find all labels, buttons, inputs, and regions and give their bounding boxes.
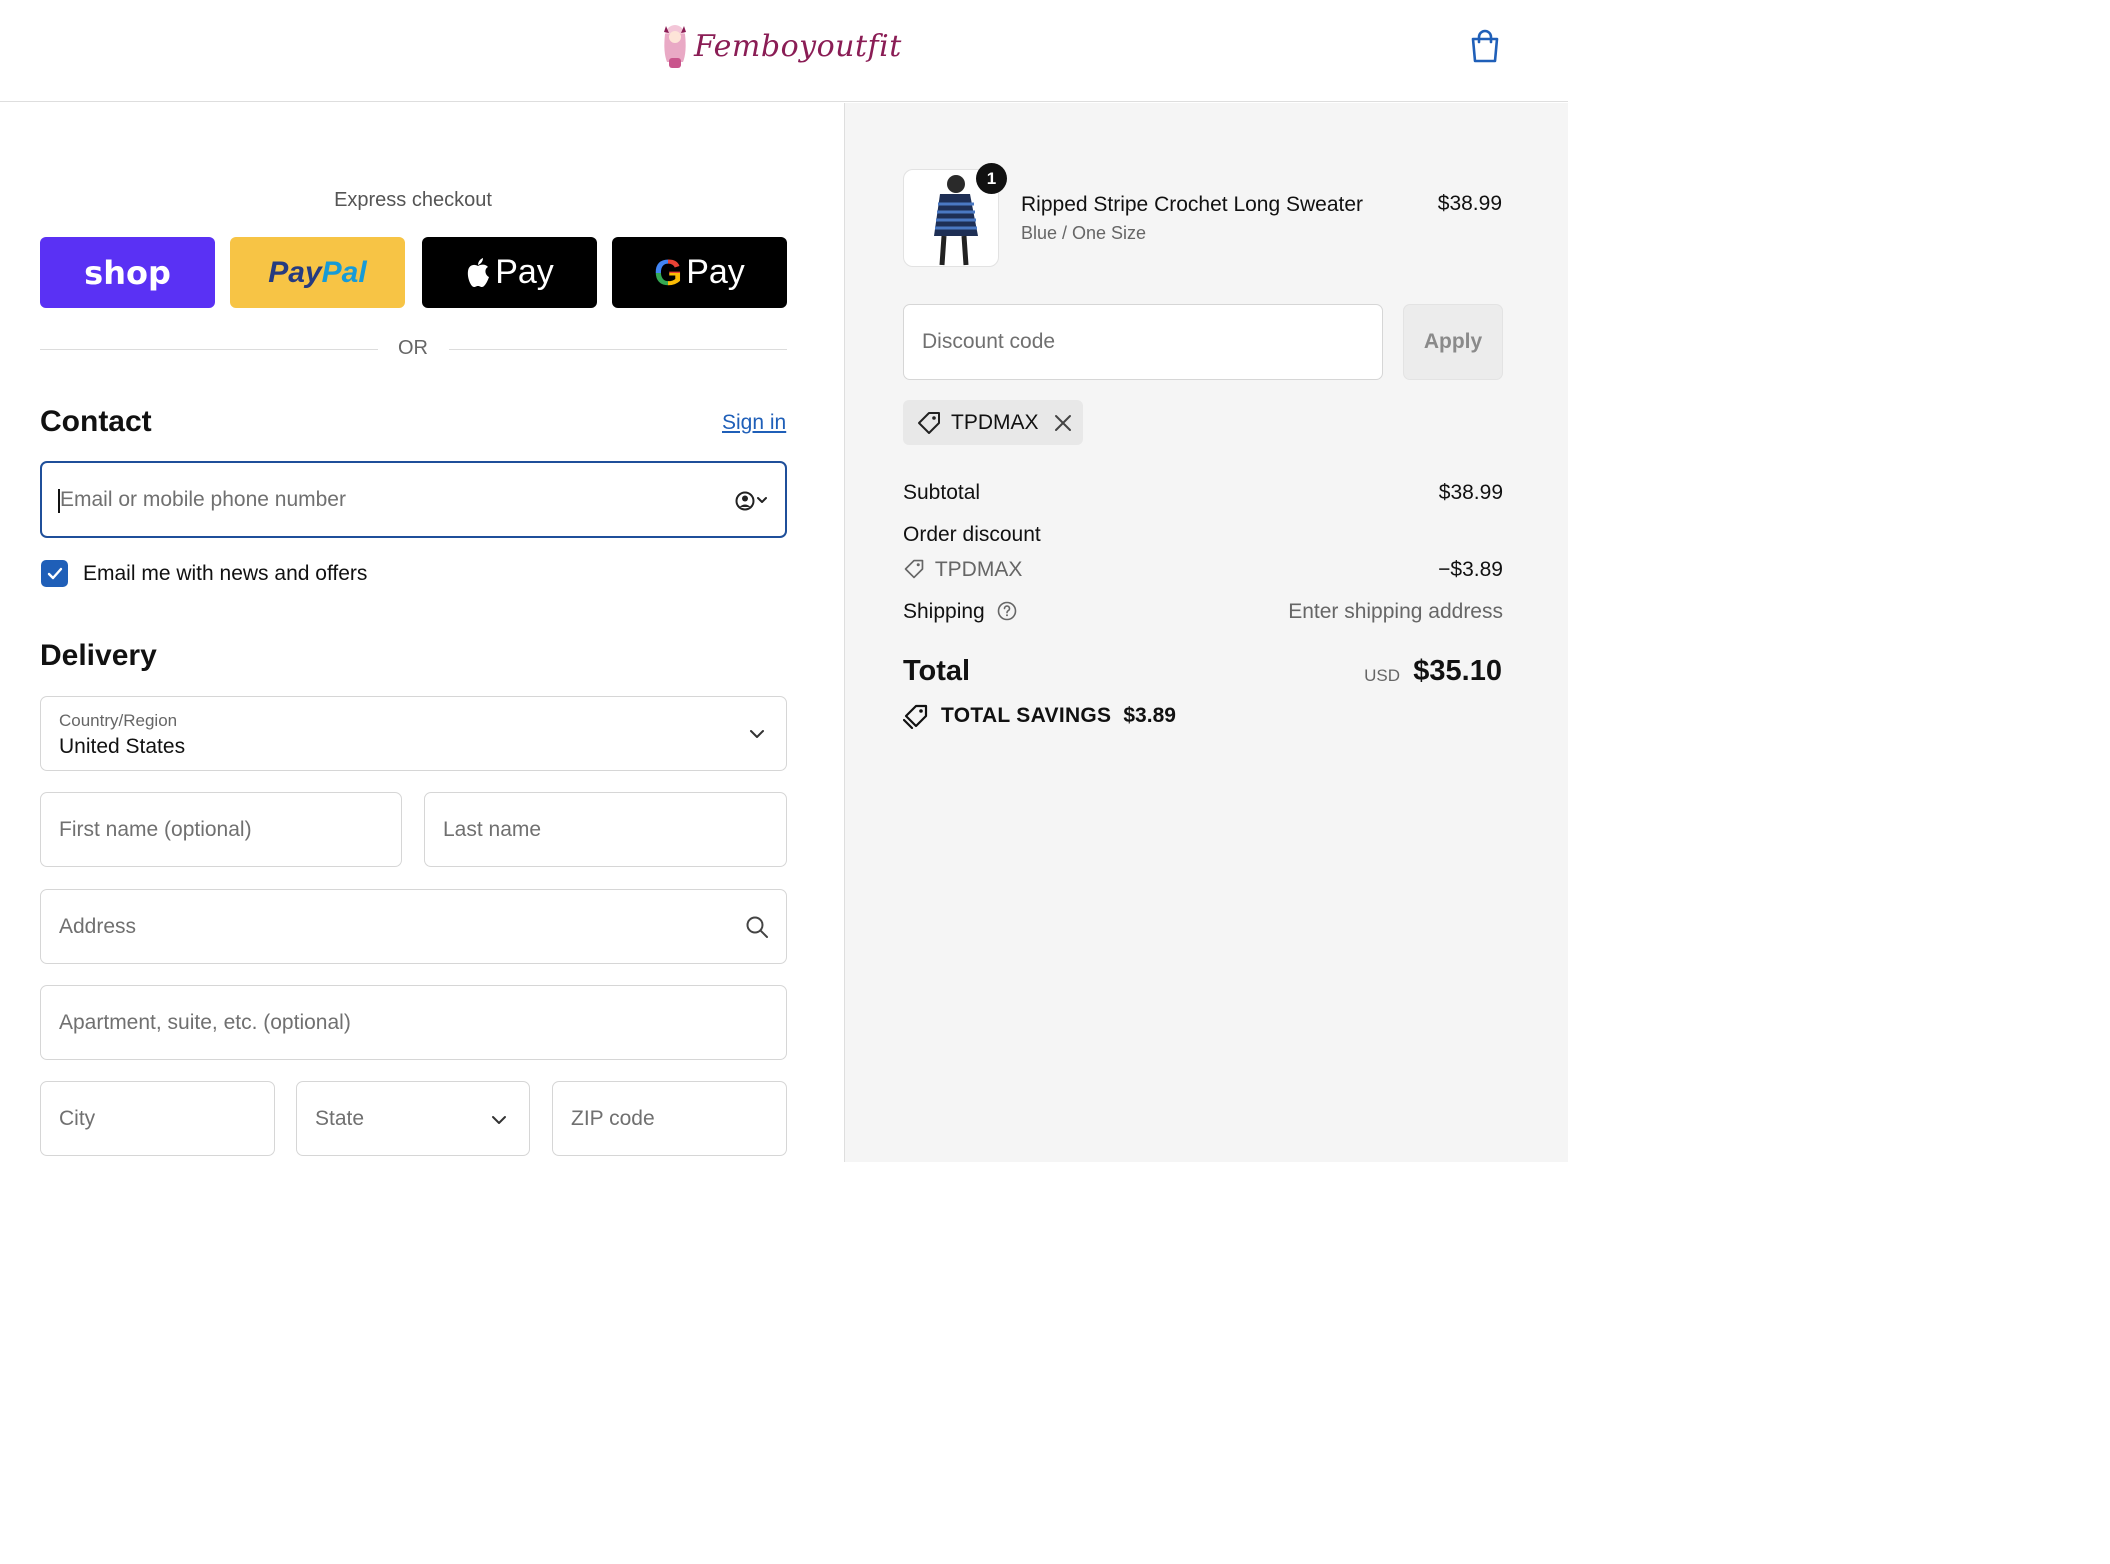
checkout-form: Express checkout shop Pay Pal Pay G Pay O… xyxy=(0,103,844,1162)
apartment-placeholder: Apartment, suite, etc. (optional) xyxy=(59,1010,351,1034)
paypal-button[interactable]: Pay Pal xyxy=(230,237,405,308)
state-select[interactable]: State xyxy=(296,1081,530,1156)
applied-discount-code: TPDMAX xyxy=(951,410,1039,434)
contact-heading: Contact xyxy=(40,405,152,438)
search-icon xyxy=(746,916,768,938)
city-input[interactable]: City xyxy=(40,1081,275,1156)
discount-code-row: TPDMAX −$3.89 xyxy=(903,558,1503,582)
discount-placeholder: Discount code xyxy=(922,330,1056,353)
country-value: United States xyxy=(59,735,186,758)
country-select[interactable]: Country/Region United States xyxy=(40,696,787,771)
mascot-logo-icon xyxy=(664,25,686,68)
discount-code-input[interactable]: Discount code xyxy=(903,304,1383,380)
or-text: OR xyxy=(398,337,428,359)
zip-placeholder: ZIP code xyxy=(571,1106,655,1130)
apple-pay-button[interactable]: Pay xyxy=(422,237,597,308)
apple-pay-label: Pay xyxy=(495,253,554,291)
product-name: Ripped Stripe Crochet Long Sweater xyxy=(1021,193,1364,216)
total-label: Total xyxy=(903,655,971,687)
brand-logo[interactable]: Femboyoutfit xyxy=(660,20,902,72)
zip-input[interactable]: ZIP code xyxy=(552,1081,787,1156)
paypal-label-pal: Pal xyxy=(321,255,367,289)
state-placeholder: State xyxy=(315,1106,365,1130)
site-header: Femboyoutfit xyxy=(0,0,1568,102)
savings-tag-icon xyxy=(903,704,928,729)
paypal-label-pay: Pay xyxy=(268,255,322,289)
last-name-input[interactable]: Last name xyxy=(424,792,787,867)
shipping-value: Enter shipping address xyxy=(1288,600,1503,623)
subtotal-row: Subtotal $38.99 xyxy=(903,481,1503,505)
or-divider-left xyxy=(40,349,378,350)
email-input[interactable]: Email or mobile phone number xyxy=(40,461,787,538)
discount-code-label: TPDMAX xyxy=(934,558,1023,581)
address-input[interactable]: Address xyxy=(40,889,787,964)
product-variant: Blue / One Size xyxy=(1021,223,1147,243)
help-icon[interactable] xyxy=(997,601,1017,621)
subtotal-value: $38.99 xyxy=(1438,481,1503,504)
checkmark-icon xyxy=(47,567,62,580)
savings-value: $3.89 xyxy=(1123,704,1176,727)
shopping-bag-icon[interactable] xyxy=(1468,28,1502,64)
total-savings: TOTAL SAVINGS $3.89 xyxy=(903,703,1176,729)
order-discount-label: Order discount xyxy=(903,523,1041,546)
tag-icon xyxy=(918,411,940,434)
google-icon: G xyxy=(654,251,683,293)
quantity-badge: 1 xyxy=(976,163,1007,194)
email-placeholder: Email or mobile phone number xyxy=(60,487,346,511)
newsletter-label: Email me with news and offers xyxy=(83,562,368,585)
google-pay-button[interactable]: G Pay xyxy=(612,237,787,308)
total-currency: USD xyxy=(1364,666,1400,685)
newsletter-checkbox[interactable] xyxy=(41,560,68,587)
last-name-placeholder: Last name xyxy=(443,817,542,841)
apple-icon xyxy=(468,257,490,287)
tag-icon xyxy=(904,559,924,579)
account-chevron-icon[interactable] xyxy=(734,488,770,514)
google-pay-label: Pay xyxy=(686,253,745,291)
apply-discount-button[interactable]: Apply xyxy=(1403,304,1503,380)
delivery-heading: Delivery xyxy=(40,639,157,672)
shipping-label: Shipping xyxy=(903,600,985,623)
applied-discount-chip: TPDMAX xyxy=(903,400,1083,445)
order-discount-row: Order discount xyxy=(903,523,1503,547)
chevron-down-icon xyxy=(750,730,764,738)
express-checkout-title: Express checkout xyxy=(334,189,492,211)
first-name-placeholder: First name (optional) xyxy=(59,817,252,841)
chevron-down-icon xyxy=(492,1116,506,1124)
close-icon[interactable] xyxy=(1053,413,1073,433)
first-name-input[interactable]: First name (optional) xyxy=(40,792,402,867)
shop-pay-button[interactable]: shop xyxy=(40,237,215,308)
or-divider-right xyxy=(449,349,787,350)
brand-name: Femboyoutfit xyxy=(694,28,902,64)
country-label: Country/Region xyxy=(59,711,178,730)
shop-pay-label: shop xyxy=(84,253,171,292)
sign-in-link[interactable]: Sign in xyxy=(722,411,786,435)
subtotal-label: Subtotal xyxy=(903,481,981,504)
total-value: $35.10 xyxy=(1413,655,1502,687)
discount-value: −$3.89 xyxy=(1438,558,1503,581)
apartment-input[interactable]: Apartment, suite, etc. (optional) xyxy=(40,985,787,1060)
city-placeholder: City xyxy=(59,1106,96,1130)
shipping-row: Shipping Enter shipping address xyxy=(903,600,1503,624)
savings-label: TOTAL SAVINGS xyxy=(941,704,1112,727)
order-summary: 1 Ripped Stripe Crochet Long Sweater Blu… xyxy=(844,103,1568,1162)
product-price: $38.99 xyxy=(1437,192,1502,215)
address-placeholder: Address xyxy=(59,914,137,938)
